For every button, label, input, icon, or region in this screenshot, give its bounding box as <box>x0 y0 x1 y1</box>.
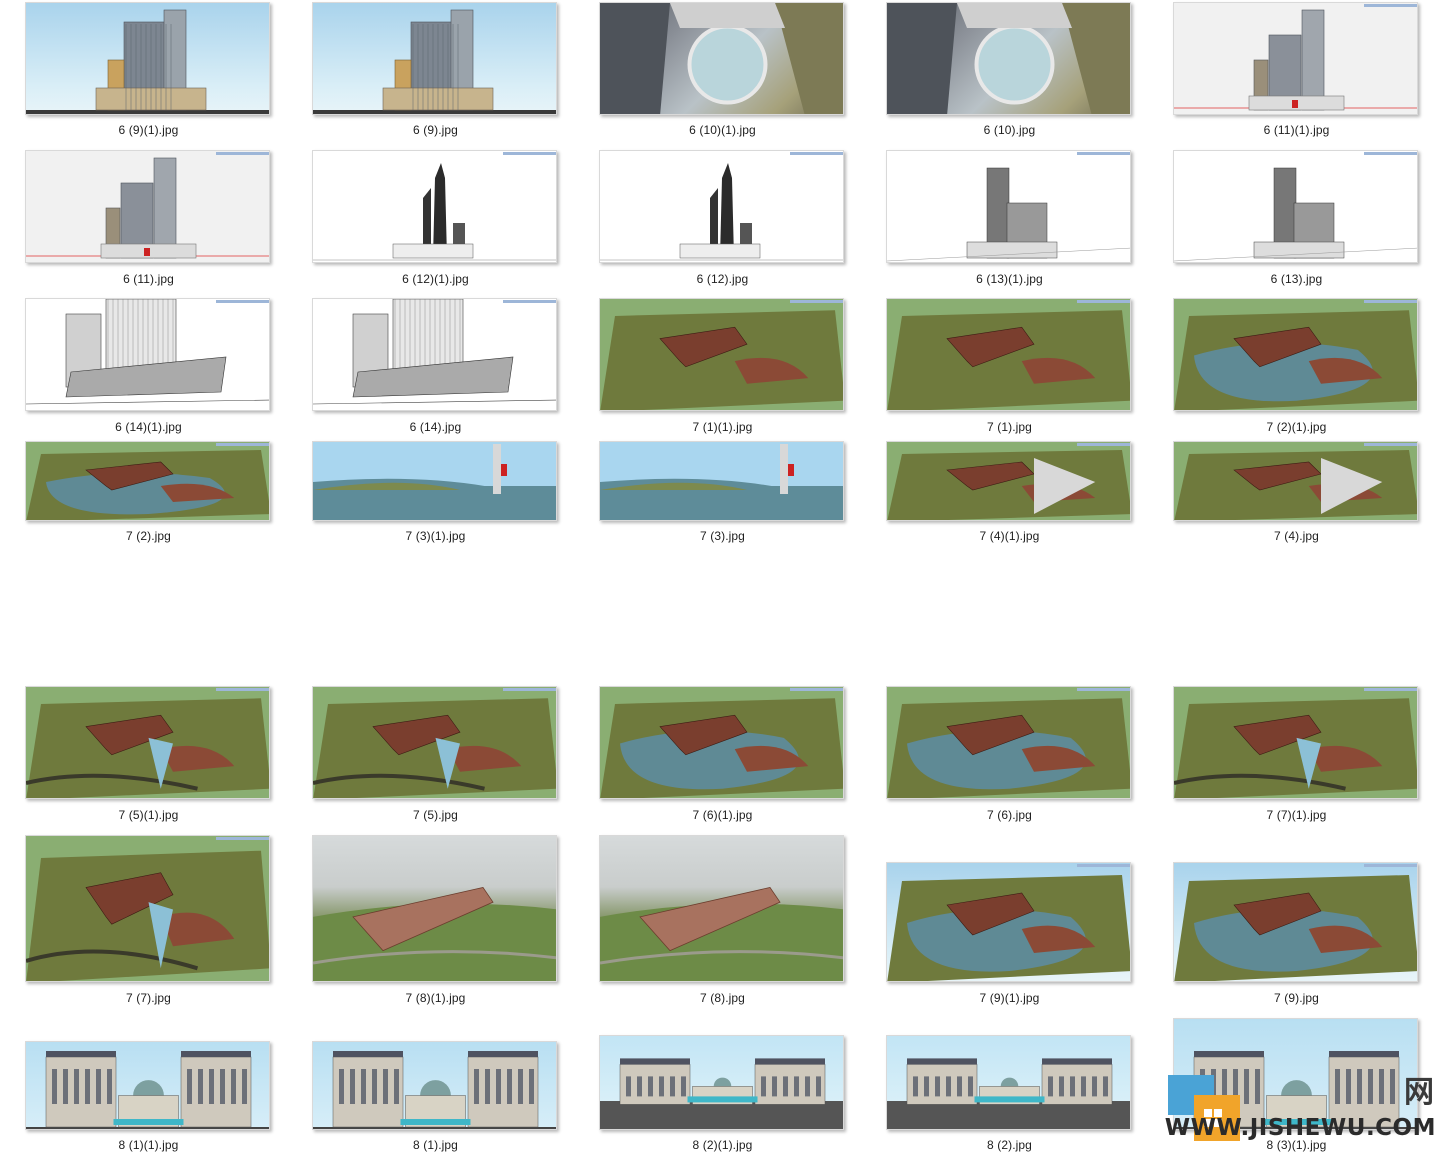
file-thumbnail[interactable] <box>599 2 844 115</box>
file-name-label[interactable]: 7 (1)(1).jpg <box>574 420 871 434</box>
file-name-label[interactable]: 7 (2).jpg <box>0 529 297 543</box>
file-thumbnail[interactable] <box>1173 2 1418 115</box>
file-thumbnail[interactable] <box>25 2 270 115</box>
file-thumbnail[interactable] <box>312 686 557 799</box>
file-thumbnail[interactable] <box>312 441 557 521</box>
file-thumbnail[interactable] <box>886 150 1131 263</box>
file-thumbnail[interactable] <box>886 686 1131 799</box>
file-thumbnail[interactable] <box>312 835 557 982</box>
file-name-label[interactable]: 7 (3).jpg <box>574 529 871 543</box>
file-name-label[interactable]: 7 (1).jpg <box>861 420 1158 434</box>
file-thumbnail[interactable] <box>1173 298 1418 411</box>
file-thumbnail[interactable] <box>886 298 1131 411</box>
site-watermark: 网 WWW.JISHEWU.COM <box>1164 1065 1444 1155</box>
file-name-label[interactable]: 6 (9)(1).jpg <box>0 123 297 137</box>
file-name-label[interactable]: 6 (11)(1).jpg <box>1148 123 1445 137</box>
file-name-label[interactable]: 7 (7).jpg <box>0 991 297 1005</box>
file-name-label[interactable]: 6 (14).jpg <box>287 420 584 434</box>
file-name-label[interactable]: 6 (11).jpg <box>0 272 297 286</box>
file-name-label[interactable]: 7 (6)(1).jpg <box>574 808 871 822</box>
file-thumbnail[interactable] <box>25 686 270 799</box>
file-name-label[interactable]: 6 (13).jpg <box>1148 272 1445 286</box>
file-thumbnail[interactable] <box>599 298 844 411</box>
file-name-label[interactable]: 7 (4).jpg <box>1148 529 1445 543</box>
file-name-label[interactable]: 7 (7)(1).jpg <box>1148 808 1445 822</box>
file-thumbnail[interactable] <box>886 441 1131 521</box>
file-thumbnail[interactable] <box>599 150 844 263</box>
file-name-label[interactable]: 6 (13)(1).jpg <box>861 272 1158 286</box>
file-name-label[interactable]: 7 (8).jpg <box>574 991 871 1005</box>
file-thumbnail[interactable] <box>25 835 270 982</box>
file-name-label[interactable]: 6 (12).jpg <box>574 272 871 286</box>
file-thumbnail[interactable] <box>886 2 1131 115</box>
file-thumbnail[interactable] <box>1173 150 1418 263</box>
file-thumbnail[interactable] <box>25 150 270 263</box>
file-thumbnail[interactable] <box>25 441 270 521</box>
file-thumbnail[interactable] <box>599 441 844 521</box>
file-thumbnail[interactable] <box>312 1041 557 1130</box>
file-name-label[interactable]: 6 (12)(1).jpg <box>287 272 584 286</box>
file-name-label[interactable]: 6 (10)(1).jpg <box>574 123 871 137</box>
file-thumbnail[interactable] <box>599 686 844 799</box>
file-name-label[interactable]: 8 (1)(1).jpg <box>0 1138 297 1152</box>
file-thumbnail[interactable] <box>1173 686 1418 799</box>
file-name-label[interactable]: 7 (3)(1).jpg <box>287 529 584 543</box>
file-name-label[interactable]: 6 (10).jpg <box>861 123 1158 137</box>
file-thumbnail[interactable] <box>312 150 557 263</box>
file-thumbnail[interactable] <box>312 2 557 115</box>
file-name-label[interactable]: 8 (2).jpg <box>861 1138 1158 1152</box>
file-thumbnail[interactable] <box>25 298 270 411</box>
file-thumbnail[interactable] <box>886 862 1131 982</box>
file-thumbnail[interactable] <box>886 1035 1131 1130</box>
file-thumbnail-grid: 6 (9)(1).jpg 6 (9).jpg 6 (10)(1).jpg 6 (10)… <box>0 0 1450 1163</box>
file-thumbnail[interactable] <box>1173 862 1418 982</box>
file-name-label[interactable]: 7 (5)(1).jpg <box>0 808 297 822</box>
file-name-label[interactable]: 7 (5).jpg <box>287 808 584 822</box>
file-name-label[interactable]: 8 (1).jpg <box>287 1138 584 1152</box>
file-thumbnail[interactable] <box>599 1035 844 1130</box>
watermark-cn: 网 <box>1404 1075 1434 1110</box>
file-name-label[interactable]: 8 (2)(1).jpg <box>574 1138 871 1152</box>
file-thumbnail[interactable] <box>25 1041 270 1130</box>
file-name-label[interactable]: 7 (8)(1).jpg <box>287 991 584 1005</box>
file-name-label[interactable]: 6 (14)(1).jpg <box>0 420 297 434</box>
file-thumbnail[interactable] <box>312 298 557 411</box>
file-thumbnail[interactable] <box>599 835 844 982</box>
file-name-label[interactable]: 7 (2)(1).jpg <box>1148 420 1445 434</box>
file-name-label[interactable]: 7 (6).jpg <box>861 808 1158 822</box>
file-name-label[interactable]: 6 (9).jpg <box>287 123 584 137</box>
file-name-label[interactable]: 7 (4)(1).jpg <box>861 529 1158 543</box>
file-name-label[interactable]: 7 (9)(1).jpg <box>861 991 1158 1005</box>
file-thumbnail[interactable] <box>1173 441 1418 521</box>
file-name-label[interactable]: 7 (9).jpg <box>1148 991 1445 1005</box>
watermark-url: WWW.JISHEWU.COM <box>1164 1115 1436 1141</box>
